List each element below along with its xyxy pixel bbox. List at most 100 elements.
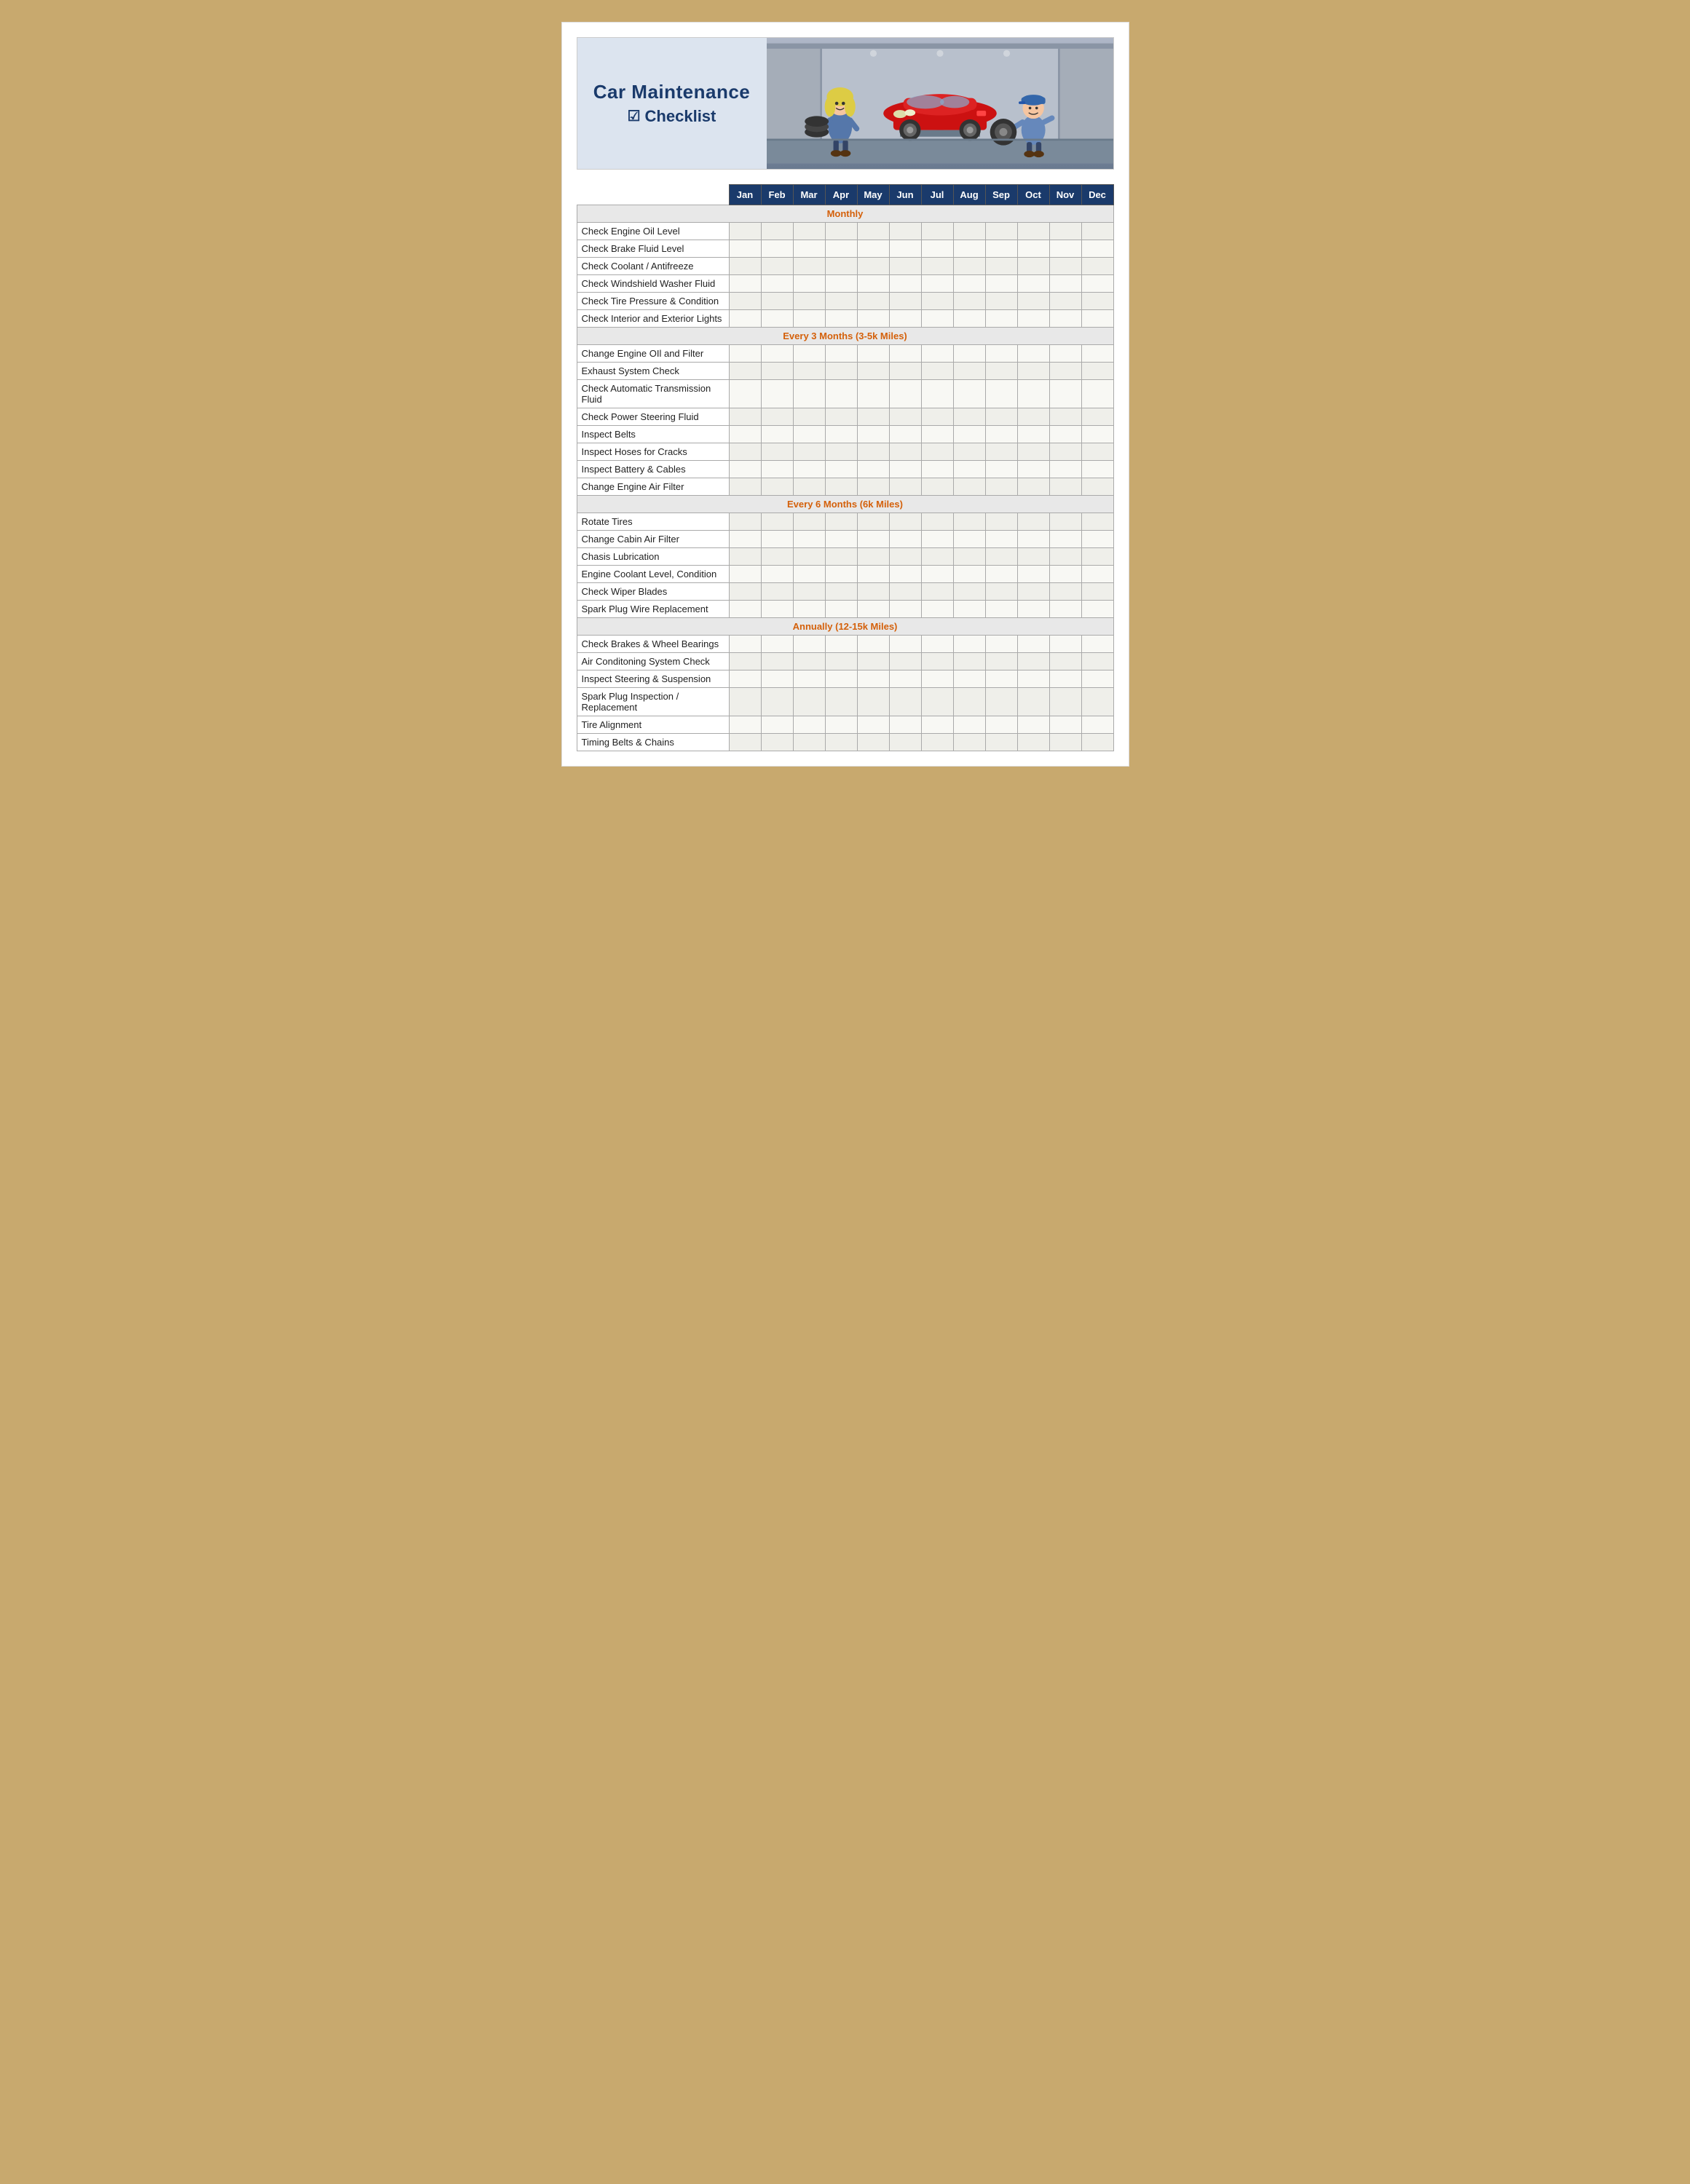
check-cell[interactable] <box>1081 566 1113 583</box>
check-cell[interactable] <box>793 734 825 751</box>
check-cell[interactable] <box>793 380 825 408</box>
check-cell[interactable] <box>825 363 857 380</box>
check-cell[interactable] <box>1017 601 1049 618</box>
check-cell[interactable] <box>825 293 857 310</box>
check-cell[interactable] <box>889 566 921 583</box>
check-cell[interactable] <box>953 688 985 716</box>
check-cell[interactable] <box>889 716 921 734</box>
check-cell[interactable] <box>729 223 761 240</box>
check-cell[interactable] <box>825 408 857 426</box>
check-cell[interactable] <box>985 223 1017 240</box>
check-cell[interactable] <box>729 258 761 275</box>
check-cell[interactable] <box>729 566 761 583</box>
check-cell[interactable] <box>825 240 857 258</box>
check-cell[interactable] <box>761 293 793 310</box>
check-cell[interactable] <box>729 345 761 363</box>
check-cell[interactable] <box>761 688 793 716</box>
check-cell[interactable] <box>985 601 1017 618</box>
check-cell[interactable] <box>1049 408 1081 426</box>
check-cell[interactable] <box>857 345 889 363</box>
check-cell[interactable] <box>889 310 921 328</box>
check-cell[interactable] <box>729 583 761 601</box>
check-cell[interactable] <box>921 601 953 618</box>
check-cell[interactable] <box>729 734 761 751</box>
check-cell[interactable] <box>921 380 953 408</box>
check-cell[interactable] <box>761 426 793 443</box>
check-cell[interactable] <box>953 513 985 531</box>
check-cell[interactable] <box>1017 426 1049 443</box>
check-cell[interactable] <box>921 478 953 496</box>
check-cell[interactable] <box>1049 601 1081 618</box>
check-cell[interactable] <box>761 716 793 734</box>
check-cell[interactable] <box>729 531 761 548</box>
check-cell[interactable] <box>1017 513 1049 531</box>
check-cell[interactable] <box>1049 531 1081 548</box>
check-cell[interactable] <box>857 363 889 380</box>
check-cell[interactable] <box>729 275 761 293</box>
check-cell[interactable] <box>857 426 889 443</box>
check-cell[interactable] <box>793 478 825 496</box>
check-cell[interactable] <box>1081 531 1113 548</box>
check-cell[interactable] <box>953 670 985 688</box>
check-cell[interactable] <box>985 653 1017 670</box>
check-cell[interactable] <box>1081 275 1113 293</box>
check-cell[interactable] <box>1049 240 1081 258</box>
check-cell[interactable] <box>857 653 889 670</box>
check-cell[interactable] <box>921 223 953 240</box>
check-cell[interactable] <box>857 548 889 566</box>
check-cell[interactable] <box>793 688 825 716</box>
check-cell[interactable] <box>761 670 793 688</box>
check-cell[interactable] <box>857 636 889 653</box>
check-cell[interactable] <box>793 548 825 566</box>
check-cell[interactable] <box>825 636 857 653</box>
check-cell[interactable] <box>985 716 1017 734</box>
check-cell[interactable] <box>889 345 921 363</box>
check-cell[interactable] <box>985 583 1017 601</box>
check-cell[interactable] <box>825 583 857 601</box>
check-cell[interactable] <box>1017 258 1049 275</box>
check-cell[interactable] <box>889 293 921 310</box>
check-cell[interactable] <box>1081 688 1113 716</box>
check-cell[interactable] <box>1049 566 1081 583</box>
check-cell[interactable] <box>729 653 761 670</box>
check-cell[interactable] <box>889 531 921 548</box>
check-cell[interactable] <box>1049 548 1081 566</box>
check-cell[interactable] <box>825 688 857 716</box>
check-cell[interactable] <box>921 531 953 548</box>
check-cell[interactable] <box>761 461 793 478</box>
check-cell[interactable] <box>825 513 857 531</box>
check-cell[interactable] <box>825 223 857 240</box>
check-cell[interactable] <box>953 478 985 496</box>
check-cell[interactable] <box>793 443 825 461</box>
check-cell[interactable] <box>1017 223 1049 240</box>
check-cell[interactable] <box>793 293 825 310</box>
check-cell[interactable] <box>985 636 1017 653</box>
check-cell[interactable] <box>1081 240 1113 258</box>
check-cell[interactable] <box>921 548 953 566</box>
check-cell[interactable] <box>1049 513 1081 531</box>
check-cell[interactable] <box>953 601 985 618</box>
check-cell[interactable] <box>921 293 953 310</box>
check-cell[interactable] <box>921 636 953 653</box>
check-cell[interactable] <box>825 345 857 363</box>
check-cell[interactable] <box>1049 670 1081 688</box>
check-cell[interactable] <box>1081 258 1113 275</box>
check-cell[interactable] <box>889 461 921 478</box>
check-cell[interactable] <box>857 513 889 531</box>
check-cell[interactable] <box>857 310 889 328</box>
check-cell[interactable] <box>793 345 825 363</box>
check-cell[interactable] <box>1081 293 1113 310</box>
check-cell[interactable] <box>921 258 953 275</box>
check-cell[interactable] <box>1049 223 1081 240</box>
check-cell[interactable] <box>1081 716 1113 734</box>
check-cell[interactable] <box>1081 670 1113 688</box>
check-cell[interactable] <box>793 363 825 380</box>
check-cell[interactable] <box>793 275 825 293</box>
check-cell[interactable] <box>793 408 825 426</box>
check-cell[interactable] <box>1017 531 1049 548</box>
check-cell[interactable] <box>761 240 793 258</box>
check-cell[interactable] <box>1081 734 1113 751</box>
check-cell[interactable] <box>793 240 825 258</box>
check-cell[interactable] <box>857 716 889 734</box>
check-cell[interactable] <box>889 478 921 496</box>
